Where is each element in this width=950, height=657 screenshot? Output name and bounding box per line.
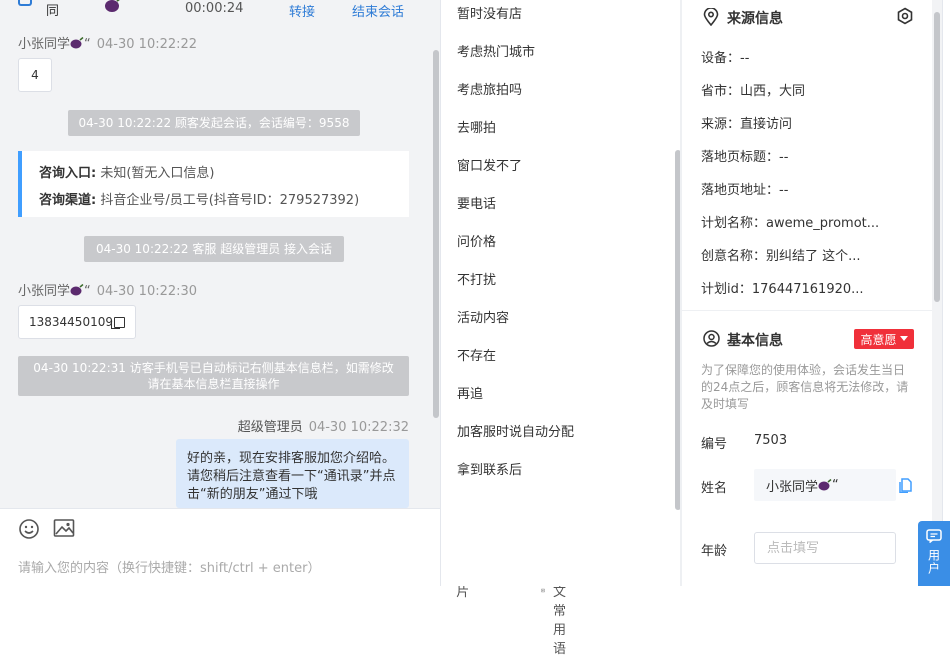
intent-badge[interactable]: 高意愿 — [854, 329, 914, 349]
phrase-item[interactable]: 拿到联系后 — [457, 459, 522, 478]
plan-id-row: 计划id：176447161920... — [701, 282, 864, 297]
transfer-button[interactable]: 转接 — [289, 1, 315, 20]
creative-name-row: 创意名称：别纠结了 这个... — [701, 249, 861, 264]
plan-name-row: 计划名称：aweme_promot... — [701, 216, 880, 231]
session-duration: 00:00:24 — [185, 1, 244, 16]
sender-name: 小张同学 — [18, 37, 71, 52]
conversation-header: 同 00:00:24 转接 结束会话 — [0, 0, 440, 22]
name-field[interactable]: 小张同学 “ — [754, 469, 896, 501]
system-notice: 04-30 10:22:31 访客手机号已自动标记右侧基本信息栏，如需修改请在基… — [18, 356, 409, 396]
end-session-button[interactable]: 结束会话 — [352, 1, 404, 20]
phrase-item[interactable]: 问价格 — [457, 231, 496, 250]
number-value: 7503 — [754, 433, 788, 448]
phrase-item[interactable]: 考虑旅拍吗 — [457, 79, 522, 98]
message-time: 04-30 10:22:22 — [96, 37, 198, 52]
grape-emoji-icon — [105, 0, 120, 12]
caret-down-icon — [899, 336, 908, 341]
phrase-item[interactable]: 去哪拍 — [457, 117, 496, 136]
message-input[interactable]: 请输入您的内容（换行快捷键：shift/ctrl + enter） — [18, 557, 321, 576]
float-button-label: 用户 — [926, 549, 941, 575]
province-row: 省市：山西，大同 — [701, 84, 806, 99]
phrase-item[interactable]: 加客服时说自动分配 — [457, 421, 574, 440]
customer-info-panel: 来源信息 设备：-- 省市：山西，大同 来源：直接访问 落地页标题：-- 落地页… — [682, 0, 932, 586]
message-time: 04-30 10:22:30 — [96, 284, 198, 299]
phone-number[interactable]: 13834450109 — [29, 315, 113, 329]
window-edge — [942, 0, 950, 586]
info-scrollbar[interactable] — [934, 12, 940, 302]
user-icon — [703, 330, 720, 347]
phrase-item[interactable]: 再追 — [457, 383, 483, 402]
message-list[interactable]: 同 00:00:24 转接 结束会话 小张同学 “04-30 10:22:22 4… — [0, 0, 440, 508]
message-composer: 留资卡片 收起图文常用语 请输入您的内容（换行快捷键：shift/ctrl + … — [0, 508, 566, 657]
phrase-item[interactable]: 考虑热门城市 — [457, 41, 535, 60]
chat-scrollbar[interactable] — [433, 50, 439, 418]
smile-icon[interactable] — [18, 518, 40, 540]
copy-icon[interactable] — [899, 478, 913, 493]
visitor-icon — [18, 0, 32, 6]
edit-notice: 为了保障您的使用体验，会话发生当日的24点之后，顾客信息将无法修改，请及时填写 — [701, 363, 909, 411]
chat-icon — [926, 529, 942, 543]
age-input[interactable] — [754, 532, 896, 564]
message-time: 04-30 10:22:32 — [308, 420, 409, 435]
entry-value: 未知(暂无入口信息) — [100, 166, 215, 181]
number-label: 编号 — [701, 437, 728, 452]
age-label: 年龄 — [701, 544, 728, 559]
phrase-item[interactable]: 不存在 — [457, 345, 496, 364]
image-icon[interactable] — [53, 518, 75, 538]
device-row: 设备：-- — [701, 51, 750, 66]
landing-url-row: 落地页地址：-- — [701, 183, 789, 198]
grape-emoji-icon — [818, 479, 832, 491]
phrase-item[interactable]: 要电话 — [457, 193, 496, 212]
source-section-title: 来源信息 — [727, 11, 783, 27]
phrase-item[interactable]: 暂时没有店 — [457, 3, 522, 22]
source-row: 来源：直接访问 — [701, 117, 793, 132]
landing-title-row: 落地页标题：-- — [701, 150, 789, 165]
entry-label: 咨询入口: — [39, 166, 97, 181]
outgoing-message-bubble: 好的亲，现在安排客服加您介绍哈。请您稍后注意查看一下“通讯录”并点击“新的朋友”… — [176, 439, 409, 508]
settings-icon[interactable] — [896, 7, 914, 25]
grape-emoji-icon — [70, 284, 84, 296]
phrase-item[interactable]: 窗口发不了 — [457, 155, 522, 174]
phrase-item[interactable]: 不打扰 — [457, 269, 496, 288]
visitor-name: 同 — [46, 4, 60, 19]
common-phrases-panel: 暂时没有店 考虑热门城市 考虑旅拍吗 去哪拍 窗口发不了 要电话 问价格 不打扰… — [440, 0, 681, 586]
incoming-message-bubble: 4 — [18, 58, 52, 92]
channel-value: 抖音企业号/员工号(抖音号ID：279527392) — [100, 193, 360, 208]
sender-name: 超级管理员 — [237, 420, 303, 435]
location-icon — [703, 8, 719, 26]
phrase-item[interactable]: 活动内容 — [457, 307, 509, 326]
consult-info-card: 咨询入口: 未知(暂无入口信息) 咨询渠道: 抖音企业号/员工号(抖音号ID：2… — [18, 151, 409, 217]
incoming-message-bubble: 13834450109 — [18, 305, 136, 339]
chat-panel: 同 00:00:24 转接 结束会话 小张同学 “04-30 10:22:22 4… — [0, 0, 566, 657]
sender-name: 小张同学 — [18, 284, 71, 299]
message-sender: 超级管理员 04-30 10:22:32 — [238, 416, 409, 435]
channel-label: 咨询渠道: — [39, 193, 97, 208]
copy-icon[interactable] — [110, 316, 125, 329]
grape-emoji-icon — [70, 37, 84, 49]
basic-section-title: 基本信息 — [727, 333, 783, 349]
name-label: 姓名 — [701, 481, 728, 496]
user-float-button[interactable]: 用户 — [918, 521, 950, 586]
section-divider — [682, 310, 932, 311]
system-notice: 04-30 10:22:22 客服 超级管理员 接入会话 — [84, 236, 344, 262]
message-sender: 小张同学 “04-30 10:22:30 — [18, 284, 198, 299]
system-notice: 04-30 10:22:22 顾客发起会话，会话编号：9558 — [68, 110, 360, 136]
message-sender: 小张同学 “04-30 10:22:22 — [18, 37, 198, 52]
